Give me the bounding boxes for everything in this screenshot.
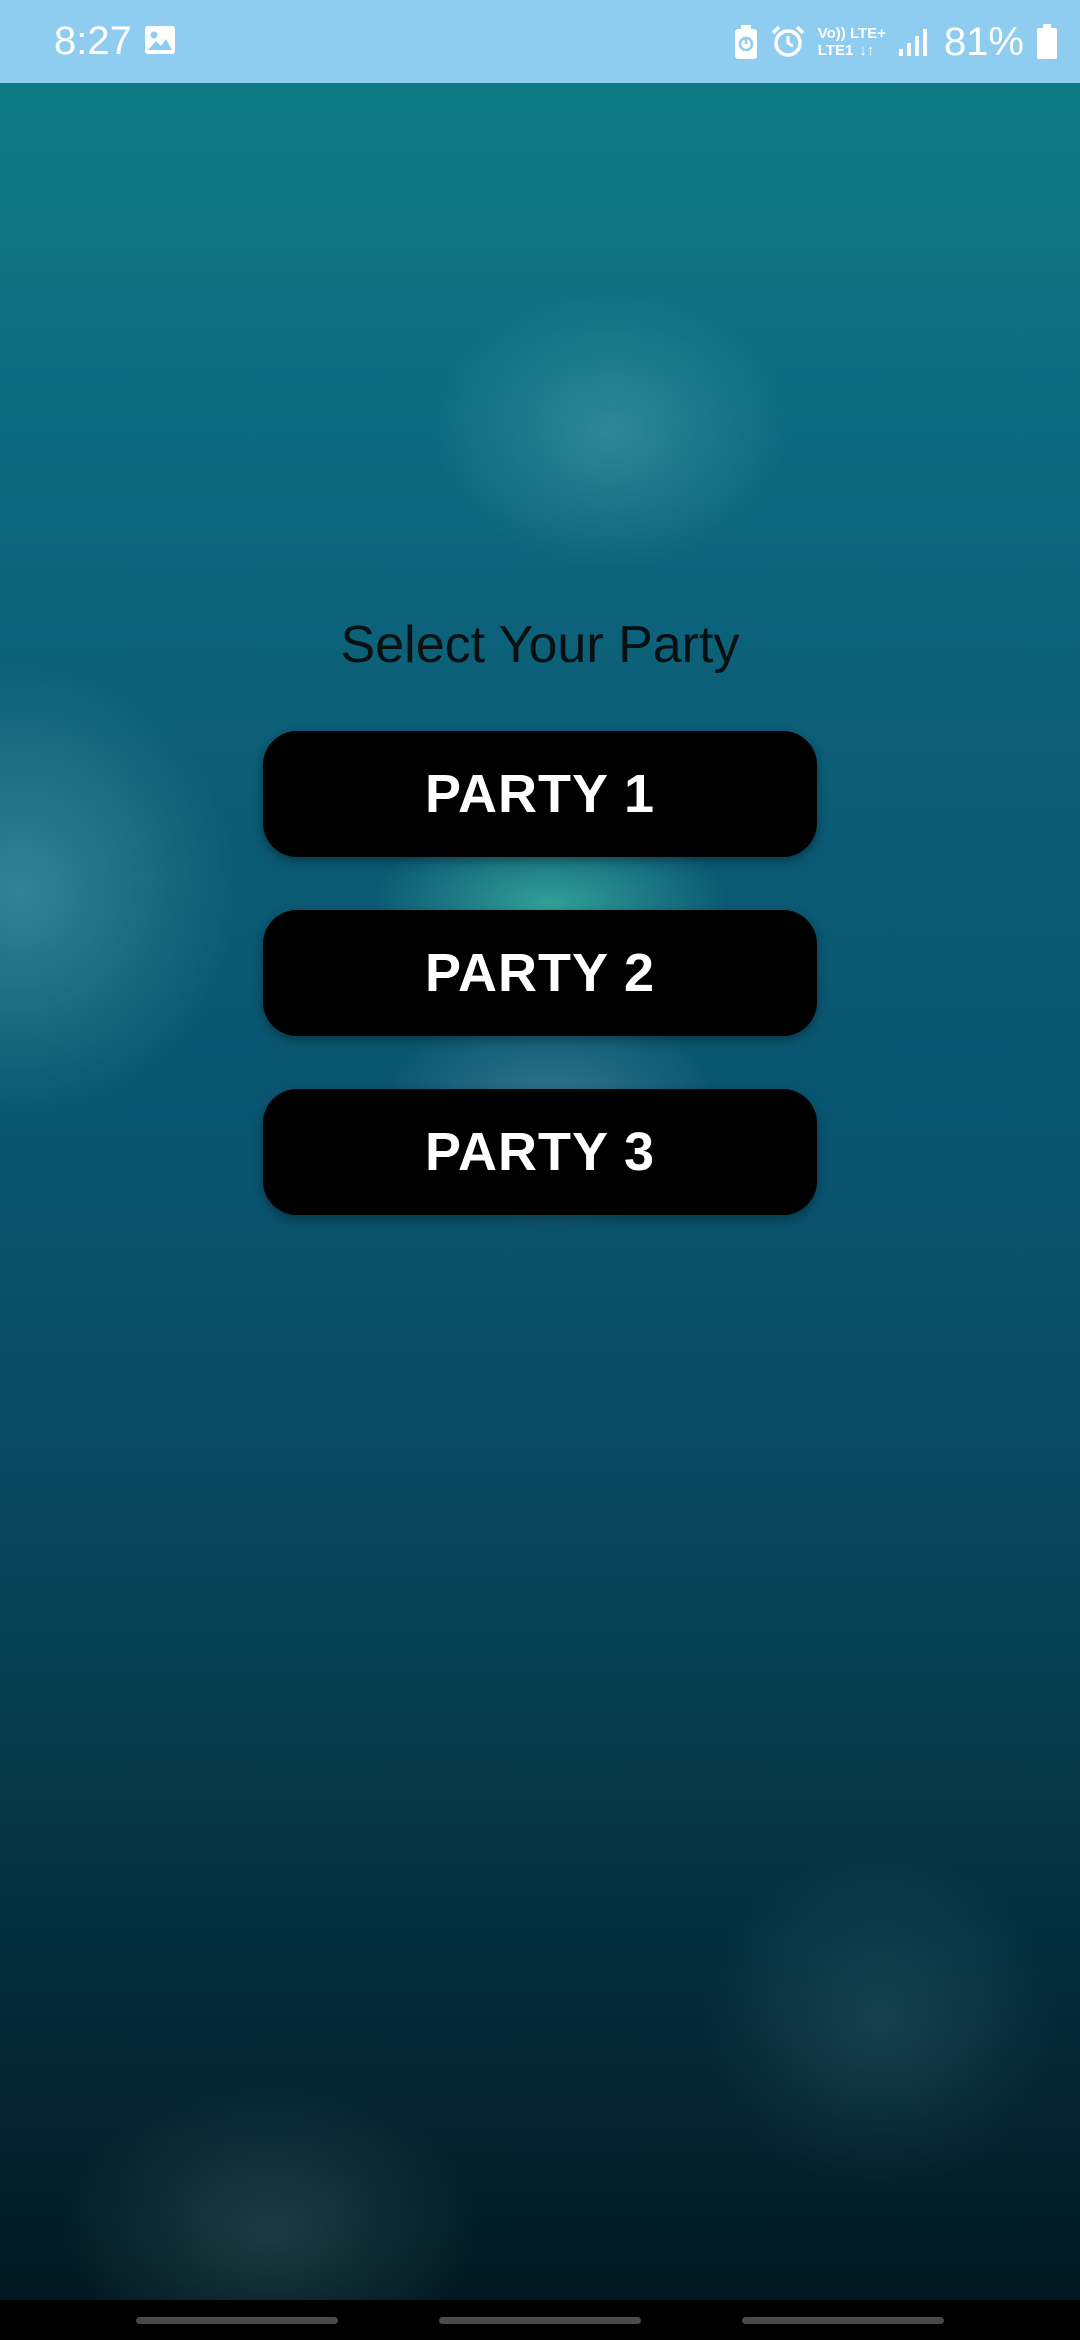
network-top-label: Vo)) LTE+ — [817, 25, 886, 42]
background-glow — [700, 1850, 1060, 2190]
network-data-arrows: ↓↑ — [859, 42, 875, 59]
network-sim-label: LTE1 — [817, 42, 854, 59]
party-3-button[interactable]: PARTY 3 — [263, 1089, 817, 1215]
battery-percentage: 81% — [943, 20, 1024, 64]
gallery-icon — [144, 25, 176, 55]
status-bar: 8:27 Vo)) LTE+ LTE1 ↓↑ 81% — [0, 0, 1080, 83]
status-time: 8:27 — [54, 19, 132, 63]
nav-gesture-handle-left[interactable] — [136, 2317, 338, 2324]
signal-icon — [898, 27, 928, 57]
battery-saver-icon — [734, 25, 758, 59]
page-title: Select Your Party — [340, 616, 740, 674]
background-glow — [430, 290, 790, 570]
background-glow — [0, 660, 240, 1120]
party-2-button[interactable]: PARTY 2 — [263, 910, 817, 1036]
battery-icon — [1036, 24, 1058, 60]
nav-gesture-handle-center[interactable] — [439, 2317, 641, 2324]
alarm-icon — [770, 24, 806, 60]
app-screen: 8:27 Vo)) LTE+ LTE1 ↓↑ 81% Select Your P… — [0, 0, 1080, 2340]
status-icons: Vo)) LTE+ LTE1 ↓↑ 81% — [722, 16, 1058, 68]
network-indicator: Vo)) LTE+ LTE1 ↓↑ — [818, 25, 886, 59]
nav-gesture-handle-right[interactable] — [742, 2317, 944, 2324]
navigation-bar — [0, 2300, 1080, 2340]
party-1-button[interactable]: PARTY 1 — [263, 731, 817, 857]
